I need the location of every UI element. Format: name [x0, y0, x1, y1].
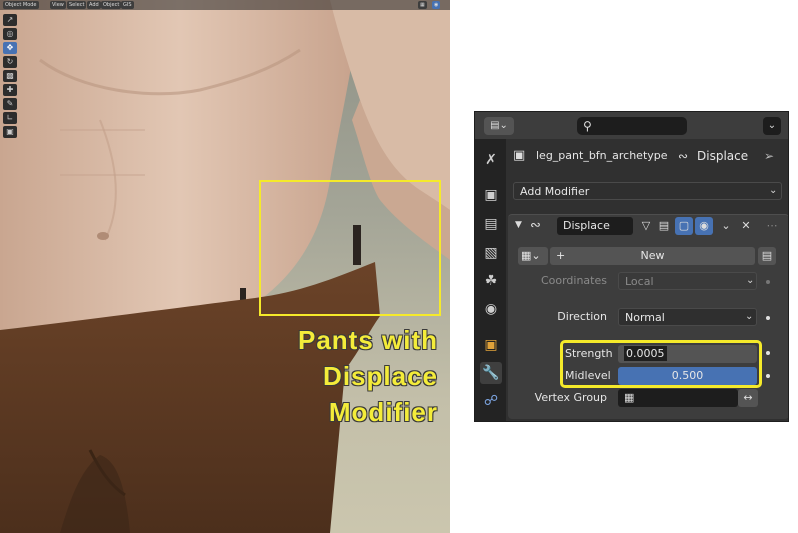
midlevel-slider[interactable]: 0.500	[618, 367, 757, 385]
viewport-header: Object Mode View Select Add Object GIS ▦…	[0, 0, 450, 10]
toolbar: ↗ ◎ ✥ ↻ ▩ ✚ ✎ ∟ ▣	[3, 14, 19, 140]
modifier-icon: ∾	[678, 149, 689, 163]
gizmo-toggle-icon[interactable]: ▦	[418, 1, 427, 9]
rotate-tool-icon[interactable]: ↻	[3, 56, 17, 68]
viewport-toggle-icon[interactable]: ▢	[675, 217, 693, 235]
midlevel-value: 0.500	[671, 369, 704, 382]
modifier-breadcrumb: Displace	[697, 149, 749, 163]
texture-settings-icon[interactable]: ▤	[758, 247, 776, 265]
move-tool-icon[interactable]: ✥	[3, 42, 17, 54]
vertex-group-label: Vertex Group	[534, 391, 607, 404]
add-menu[interactable]: Add	[87, 1, 101, 9]
direction-label: Direction	[557, 310, 607, 323]
select-tool-icon[interactable]: ↗	[3, 14, 17, 26]
strength-field[interactable]: 0.0005	[618, 345, 757, 363]
scale-tool-icon[interactable]: ▩	[3, 70, 17, 82]
annotate-tool-icon[interactable]: ✎	[3, 98, 17, 110]
select-menu[interactable]: Select	[67, 1, 87, 9]
render-toggle-icon[interactable]: ◉	[695, 217, 713, 235]
plus-icon: +	[556, 249, 566, 262]
tool-tab-icon[interactable]: ✗	[480, 149, 502, 171]
coordinates-chevron-icon: ⌄	[746, 275, 755, 286]
render-tab-icon[interactable]: ▣	[480, 184, 502, 206]
vertex-group-icon: ▦	[624, 391, 635, 404]
add-cube-tool-icon[interactable]: ▣	[3, 126, 17, 138]
world-tab-icon[interactable]: ◉	[480, 298, 502, 320]
scene-tab-icon[interactable]: ☘	[480, 270, 502, 292]
object-tab-icon[interactable]: ▣	[480, 334, 502, 356]
object-icon: ▣	[513, 148, 526, 163]
overlay-toggle-icon[interactable]: ◉	[432, 1, 441, 9]
3d-viewport[interactable]: Object Mode View Select Add Object GIS ▦…	[0, 0, 450, 533]
transform-tool-icon[interactable]: ✚	[3, 84, 17, 96]
displace-modifier-icon: ∾	[530, 218, 541, 233]
search-icon: ⚲	[583, 119, 592, 133]
properties-tabs: ✗ ▣ ▤ ▧ ☘ ◉ ▣ 🔧 ☍	[475, 139, 506, 421]
direction-chevron-icon: ⌄	[745, 311, 754, 322]
add-modifier-dropdown[interactable]: Add Modifier	[513, 182, 782, 200]
vertex-group-field[interactable]: ▦	[618, 389, 738, 407]
collapse-chevron-icon[interactable]: ▼	[515, 220, 522, 230]
new-texture-button[interactable]: + New	[550, 247, 755, 265]
drag-handle-icon[interactable]: ⋯	[763, 217, 781, 235]
strength-value: 0.0005	[624, 346, 667, 361]
checker-texture-icon: ▦⌄	[521, 249, 541, 262]
direction-keyframe-dot[interactable]	[766, 316, 770, 320]
object-menu[interactable]: Object	[101, 1, 122, 9]
edit-mode-toggle-icon[interactable]: ▽	[637, 217, 655, 235]
modifier-menu-chevron-icon[interactable]: ⌄	[717, 217, 735, 235]
view-layer-tab-icon[interactable]: ▧	[480, 242, 502, 264]
object-name-breadcrumb: leg_pant_bfn_archetype	[536, 149, 668, 162]
coordinates-keyframe-dot[interactable]	[766, 280, 770, 284]
midlevel-keyframe-dot[interactable]	[766, 374, 770, 378]
coordinates-dropdown[interactable]: Local	[618, 272, 757, 290]
add-modifier-label: Add Modifier	[520, 185, 590, 198]
callout-text: Pants with Displace Modifier	[297, 325, 438, 427]
strength-label: Strength	[565, 347, 613, 360]
modifier-name-value: Displace	[563, 219, 610, 232]
object-mode-dropdown[interactable]: Object Mode	[3, 1, 39, 9]
output-tab-icon[interactable]: ▤	[480, 213, 502, 235]
measure-tool-icon[interactable]: ∟	[3, 112, 17, 124]
strength-keyframe-dot[interactable]	[766, 351, 770, 355]
properties-panel: ▤⌄ ⚲ ⌄ ✗ ▣ ▤ ▧ ☘ ◉ ▣ 🔧 ☍ ▣ leg_pant_bfn_…	[474, 111, 789, 422]
new-texture-label: New	[640, 249, 665, 262]
delete-modifier-icon[interactable]: ✕	[737, 217, 755, 235]
properties-header: ▤⌄ ⚲ ⌄	[475, 112, 788, 139]
modifier-tab-icon[interactable]: 🔧	[480, 362, 502, 384]
coordinates-value: Local	[625, 275, 654, 288]
cursor-tool-icon[interactable]: ◎	[3, 28, 17, 40]
direction-value: Normal	[625, 311, 665, 324]
direction-dropdown[interactable]: Normal	[618, 308, 757, 326]
particles-tab-icon[interactable]: ☍	[480, 390, 502, 412]
modifier-name-field[interactable]: Displace	[557, 217, 633, 235]
gis-menu[interactable]: GIS	[121, 1, 134, 9]
callout-highlight-box	[259, 180, 441, 316]
midlevel-label: Midlevel	[565, 369, 611, 382]
on-cage-toggle-icon[interactable]: ▤	[655, 217, 673, 235]
pin-icon[interactable]: ➢	[764, 148, 774, 164]
editor-type-dropdown[interactable]: ▤⌄	[484, 117, 514, 135]
search-input[interactable]: ⚲	[577, 117, 687, 135]
invert-vertex-group-icon[interactable]: ↔	[738, 389, 758, 407]
add-modifier-chevron-icon: ⌄	[769, 185, 778, 196]
texture-browse-dropdown[interactable]: ▦⌄	[518, 247, 548, 265]
options-dropdown[interactable]: ⌄	[763, 117, 781, 135]
view-menu[interactable]: View	[50, 1, 66, 9]
coordinates-label: Coordinates	[540, 274, 607, 287]
